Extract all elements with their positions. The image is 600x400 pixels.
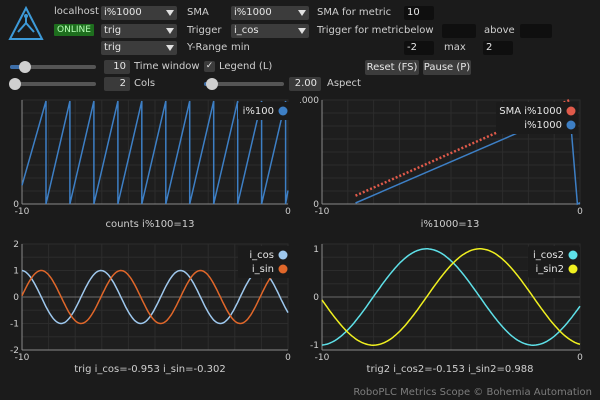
legend-label: Legend (L) xyxy=(219,61,273,72)
y-tick-label: 0 xyxy=(13,293,19,303)
x-tick-label: 0 xyxy=(285,207,291,217)
chevron-down-icon xyxy=(166,10,174,16)
legend-label: i_cos2 xyxy=(533,250,564,261)
plot-trig2-caption: trig2 i_cos2=-0.153 i_sin2=0.988 xyxy=(366,364,534,375)
y-tick-label: 1 xyxy=(313,245,319,255)
legend-label: i_cos xyxy=(249,250,274,261)
plot-counts-caption: counts i%100=13 xyxy=(105,219,195,230)
metric-select-1[interactable]: i%1000 xyxy=(101,6,177,20)
aspect-slider-handle[interactable] xyxy=(206,78,218,90)
y-tick-label: -2 xyxy=(10,346,19,356)
chevron-down-icon xyxy=(298,28,306,34)
y-tick-label: 2 xyxy=(13,240,19,250)
plot-i1000[interactable]: -10010000SMA i%1000i%1000 xyxy=(300,92,600,217)
aspect-label: Aspect xyxy=(327,78,361,89)
legend-label: i_sin2 xyxy=(536,264,564,275)
above-input[interactable] xyxy=(520,24,552,38)
time-window-input[interactable]: 10 xyxy=(104,60,130,74)
metric-select-3-value: trig xyxy=(104,42,122,53)
aspect-input[interactable]: 2.00 xyxy=(289,77,321,91)
sma-select[interactable]: i%1000 xyxy=(231,6,309,20)
chevron-down-icon xyxy=(166,45,174,51)
plot-trig[interactable]: -10 0210-1-2i_cosi_sin xyxy=(0,236,300,364)
yrange-label: Y-Range xyxy=(187,42,228,53)
yrange-max-input[interactable]: 2 xyxy=(483,41,513,55)
cols-input[interactable]: 2 xyxy=(104,77,130,91)
legend-label: SMA i%1000 xyxy=(499,106,562,117)
yrange-min-label: min xyxy=(231,42,250,53)
metric-select-3[interactable]: trig xyxy=(101,41,177,55)
legend-label: i%100 xyxy=(243,106,274,117)
legend-swatch xyxy=(566,106,576,116)
trigger-select-value: i_cos xyxy=(234,25,259,36)
x-tick-label: -10 xyxy=(315,353,330,363)
below-label: below xyxy=(404,25,434,36)
legend-checkbox[interactable]: ✓ xyxy=(204,61,215,72)
time-window-label: Time window xyxy=(134,61,200,72)
trigger-select[interactable]: i_cos xyxy=(231,24,309,38)
cols-slider[interactable] xyxy=(10,82,96,86)
status-badge: ONLINE xyxy=(54,24,94,36)
above-label: above xyxy=(484,25,515,36)
metric-select-2[interactable]: trig xyxy=(101,24,177,38)
check-icon: ✓ xyxy=(205,61,214,71)
legend-swatch xyxy=(278,106,288,116)
pause-button[interactable]: Pause (P) xyxy=(423,60,471,75)
y-tick-label: -1 xyxy=(10,320,19,330)
time-window-slider-handle[interactable] xyxy=(19,61,32,73)
sma-select-value: i%1000 xyxy=(234,7,272,18)
plot-trig-caption: trig i_cos=-0.953 i_sin=-0.302 xyxy=(74,364,226,375)
metric-select-1-value: i%1000 xyxy=(104,7,142,18)
y-tick-label: 0 xyxy=(13,200,19,210)
app-logo xyxy=(8,5,44,45)
host-label: localhost xyxy=(54,6,99,17)
legend-swatch xyxy=(278,250,288,260)
y-tick-label: 1000 xyxy=(300,96,319,106)
legend-label: i_sin xyxy=(252,264,274,275)
chevron-down-icon xyxy=(166,28,174,34)
legend-swatch xyxy=(568,250,578,260)
yrange-max-label: max xyxy=(444,42,466,53)
below-input[interactable] xyxy=(442,24,476,38)
yrange-min-input[interactable]: -2 xyxy=(404,41,434,55)
x-tick-label: 0 xyxy=(285,353,291,363)
plot-i1000-caption: i%1000=13 xyxy=(420,219,480,230)
sma-label: SMA xyxy=(187,7,209,18)
cols-slider-handle[interactable] xyxy=(9,78,22,90)
cols-label: Cols xyxy=(134,78,156,89)
plot-counts[interactable]: -10 00i%100 xyxy=(0,92,300,217)
sma-for-metric-label: SMA for metric xyxy=(317,7,392,18)
x-tick-label: 0 xyxy=(577,207,583,217)
sma-for-metric-input[interactable]: 10 xyxy=(404,6,434,20)
footer-credit: RoboPLC Metrics Scope © Bohemia Automati… xyxy=(353,387,592,398)
legend-label: i%1000 xyxy=(524,120,562,131)
y-tick-label: 0 xyxy=(313,293,319,303)
trigger-for-metric-label: Trigger for metric xyxy=(317,25,404,36)
legend-swatch xyxy=(566,120,576,130)
y-tick-label: 1 xyxy=(13,267,19,277)
legend-swatch xyxy=(278,264,288,274)
reset-button[interactable]: Reset (FS) xyxy=(365,60,419,75)
metric-select-2-value: trig xyxy=(104,25,122,36)
trigger-label: Trigger xyxy=(187,25,222,36)
y-tick-label: 0 xyxy=(313,200,319,210)
x-tick-label: 0 xyxy=(577,353,583,363)
legend-swatch xyxy=(568,264,578,274)
plot-trig2[interactable]: -10 0 1 0 -1 i_cos2 i_sin2 xyxy=(300,236,600,364)
chevron-down-icon xyxy=(298,10,306,16)
y-tick-label: -1 xyxy=(310,341,319,351)
